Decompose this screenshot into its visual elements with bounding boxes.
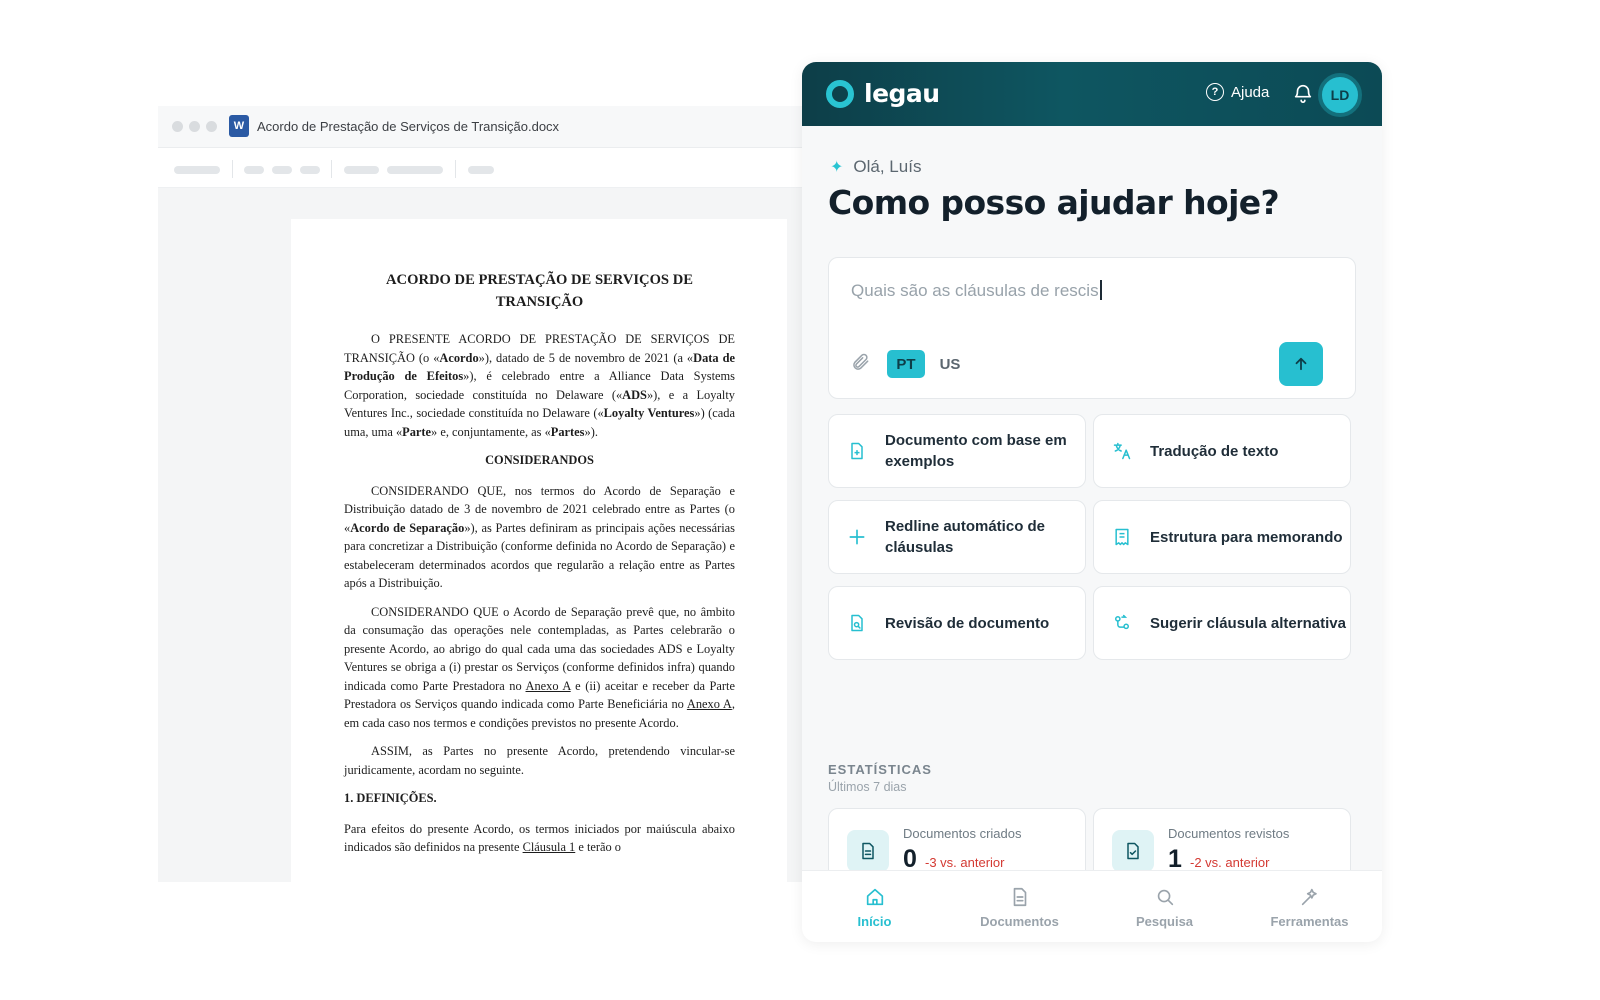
nav-item-search[interactable]: Pesquisa (1092, 871, 1237, 942)
help-button[interactable]: ? Ajuda (1206, 83, 1269, 101)
arrow-up-icon (1295, 357, 1307, 371)
document-page[interactable]: ACORDO DE PRESTAÇÃO DE SERVIÇOS DE TRANS… (291, 219, 787, 882)
app-header: legau ? Ajuda LD (802, 62, 1382, 126)
window-minimize-dot[interactable] (189, 121, 200, 132)
document-canvas: ACORDO DE PRESTAÇÃO DE SERVIÇOS DE TRANS… (158, 188, 802, 882)
legau-panel: legau ? Ajuda LD ✦ Olá, Luís Como posso … (802, 62, 1382, 942)
text-caret (1099, 280, 1102, 300)
word-app-icon: W (229, 115, 249, 137)
action-card-auto-redline[interactable]: Redline automático de cláusulas (828, 500, 1086, 574)
action-card-document-from-examples[interactable]: Documento com base em exemplos (828, 414, 1086, 488)
toolbar-divider (331, 160, 332, 178)
action-label: Estrutura para memorando (1150, 528, 1343, 546)
action-label: Revisão de documento (885, 614, 1050, 632)
sparkle-icon: ✦ (830, 159, 844, 176)
nav-item-tools[interactable]: Ferramentas (1237, 871, 1382, 942)
action-card-memo-structure[interactable]: Estrutura para memorando (1093, 500, 1351, 574)
toolbar-placeholder[interactable] (468, 166, 494, 174)
document-paragraph: CONSIDERANDO QUE, nos termos do Acordo d… (344, 483, 735, 591)
bell-icon[interactable] (1292, 82, 1314, 104)
nav-item-documents[interactable]: Documentos (947, 871, 1092, 942)
window-maximize-dot[interactable] (206, 121, 217, 132)
help-label: Ajuda (1231, 83, 1270, 101)
brand-name: legau (864, 79, 940, 108)
document-check-icon (1112, 830, 1154, 872)
prompt-card: Quais são as cláusulas de rescis PT US (828, 257, 1356, 399)
document-section-heading: 1. DEFINIÇÕES. (344, 791, 437, 805)
greeting: ✦ Olá, Luís (830, 157, 921, 177)
language-us-toggle[interactable]: US (933, 350, 967, 378)
word-titlebar: W Acordo de Prestação de Serviços de Tra… (158, 106, 802, 148)
bottom-nav: Início Documentos Pesquisa Ferramentas (802, 870, 1382, 942)
send-button[interactable] (1279, 342, 1323, 386)
window-close-dot[interactable] (172, 121, 183, 132)
action-card-suggest-clause[interactable]: Sugerir cláusula alternativa (1093, 586, 1351, 660)
nav-label: Início (857, 913, 892, 929)
document-heading: CONSIDERANDOS (485, 453, 594, 467)
doc-plus-icon (851, 442, 863, 460)
toolbar-placeholder[interactable] (344, 166, 379, 174)
plus-icon (849, 529, 865, 545)
nav-label: Documentos (980, 913, 1059, 929)
doc-search-icon (851, 614, 863, 632)
document-intro-paragraph: O PRESENTE ACORDO DE PRESTAÇÃO DE SERVIÇ… (344, 332, 735, 439)
question-circle-icon: ? (1206, 83, 1224, 101)
document-icon (1013, 887, 1026, 906)
stats-title: ESTATÍSTICAS (828, 762, 932, 777)
toolbar-placeholder[interactable] (272, 166, 292, 174)
toolbar-placeholder[interactable] (244, 166, 264, 174)
action-label: Sugerir cláusula alternativa (1150, 614, 1346, 632)
document-filename: Acordo de Prestação de Serviços de Trans… (257, 119, 560, 134)
home-icon (866, 888, 883, 905)
page-title: Como posso ajudar hoje? (828, 183, 1280, 222)
document-paragraph: Para efeitos do presente Acordo, os term… (344, 821, 735, 855)
toolbar-divider (232, 160, 233, 178)
greeting-text: Olá, Luís (853, 157, 922, 176)
document-paragraph: CONSIDERANDO QUE o Acordo de Separação p… (344, 604, 736, 730)
nav-label: Ferramentas (1270, 913, 1349, 929)
document-paragraph: ASSIM, as Partes no presente Acordo, pre… (344, 744, 735, 777)
user-avatar[interactable]: LD (1318, 73, 1362, 117)
tools-icon (1301, 888, 1317, 905)
stat-label: Documentos revistos (1168, 826, 1290, 841)
document-title: ACORDO DE PRESTAÇÃO DE SERVIÇOS DE TRANS… (386, 272, 693, 310)
word-toolbar (158, 148, 802, 188)
word-window: W Acordo de Prestação de Serviços de Tra… (158, 106, 802, 882)
document-icon (847, 830, 889, 872)
toolbar-placeholder[interactable] (387, 166, 443, 174)
toolbar-placeholder[interactable] (300, 166, 320, 174)
toolbar-placeholder[interactable] (174, 166, 220, 174)
legau-logo-icon (826, 80, 854, 108)
action-label: Redline automático de cláusulas (885, 518, 1046, 556)
memo-icon (1115, 528, 1129, 546)
stat-delta: -2 vs. anterior (1190, 855, 1270, 870)
stats-subtitle: Últimos 7 dias (828, 780, 907, 794)
toolbar-divider (455, 160, 456, 178)
prompt-input[interactable]: Quais são as cláusulas de rescis (851, 280, 1311, 301)
paperclip-icon[interactable] (851, 352, 871, 372)
stat-label: Documentos criados (903, 826, 1022, 841)
action-label: Documento com base em exemplos (885, 432, 1067, 470)
action-card-translation[interactable]: Tradução de texto (1093, 414, 1351, 488)
search-icon (1157, 889, 1173, 905)
language-pt-toggle[interactable]: PT (887, 350, 925, 378)
nav-label: Pesquisa (1135, 913, 1194, 929)
branch-icon (1115, 614, 1129, 630)
stat-delta: -3 vs. anterior (925, 855, 1005, 870)
action-label: Tradução de texto (1150, 442, 1279, 460)
translate-icon (1113, 442, 1131, 460)
action-card-document-review[interactable]: Revisão de documento (828, 586, 1086, 660)
nav-item-home[interactable]: Início (802, 871, 947, 942)
